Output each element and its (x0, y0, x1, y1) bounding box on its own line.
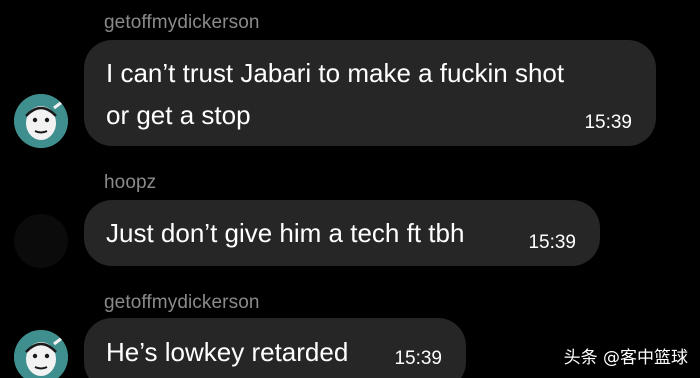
chat-thread: getoffmydickerson I can’t trust Jabari t… (0, 0, 700, 378)
message-timestamp: 15:39 (584, 112, 632, 133)
cartoon-face-icon (14, 330, 68, 378)
message-text-line: I can’t trust Jabari to make a fuckin sh… (106, 58, 565, 88)
message-text-line: He’s lowkey retarded (106, 337, 349, 367)
cartoon-face-icon (14, 94, 68, 148)
user-avatar[interactable] (14, 330, 68, 378)
message-text-line: Just don’t give him a tech ft tbh (106, 218, 465, 248)
message-bubble[interactable]: Just don’t give him a tech ft tbh 15:39 (84, 200, 600, 266)
watermark: 头条 @客中篮球 (563, 348, 688, 368)
message-bubble[interactable]: He’s lowkey retarded 15:39 (84, 318, 466, 378)
message-bubble[interactable]: I can’t trust Jabari to make a fuckin sh… (84, 40, 656, 146)
user-avatar[interactable] (14, 214, 68, 268)
message-text-line: or get a stop (106, 100, 251, 130)
message-timestamp: 15:39 (528, 232, 576, 253)
message-timestamp: 15:39 (394, 348, 442, 369)
user-avatar[interactable] (14, 94, 68, 148)
sender-name: hoopz (104, 172, 157, 193)
sender-name: getoffmydickerson (104, 292, 260, 313)
sender-name: getoffmydickerson (104, 12, 260, 33)
